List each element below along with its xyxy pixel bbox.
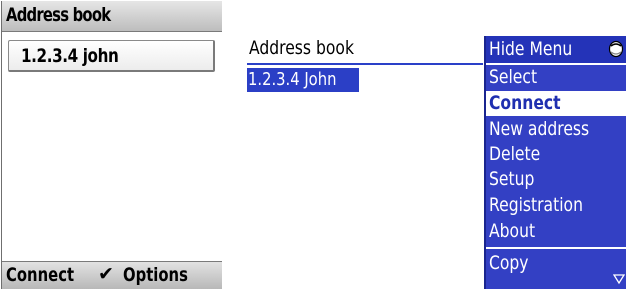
menu-item-about[interactable]: About bbox=[486, 219, 626, 244]
scroll-down-arrow-icon[interactable] bbox=[613, 272, 625, 286]
softkey-bar: Connect ✔ Options bbox=[2, 261, 222, 289]
options-softkey[interactable]: Options bbox=[123, 264, 188, 286]
right-phone-screen: Address book 1.2.3.4 John Hide Menu Sele… bbox=[247, 36, 626, 289]
list-item-label: 1.2.3.4 john bbox=[21, 45, 119, 67]
menu-header-label: Hide Menu bbox=[489, 38, 573, 60]
context-menu: Hide Menu Select Connect New address Del… bbox=[484, 36, 626, 289]
menu-item-setup[interactable]: Setup bbox=[486, 167, 626, 192]
menu-item-delete[interactable]: Delete bbox=[486, 142, 626, 167]
menu-item-registration[interactable]: Registration bbox=[486, 193, 626, 218]
title-underline bbox=[247, 63, 483, 65]
menu-item-label: Copy bbox=[489, 252, 529, 274]
menu-divider bbox=[486, 247, 626, 249]
screen-title: Address book bbox=[249, 37, 354, 59]
list-item-selected[interactable]: 1.2.3.4 John bbox=[247, 68, 359, 92]
list-item[interactable]: 1.2.3.4 john bbox=[8, 40, 215, 72]
trackwheel-icon bbox=[608, 40, 624, 58]
menu-item-copy[interactable]: Copy bbox=[486, 251, 626, 276]
title-bar: Address book bbox=[2, 1, 222, 32]
checkmark-icon[interactable]: ✔ bbox=[98, 263, 114, 285]
menu-item-connect[interactable]: Connect bbox=[486, 91, 626, 116]
menu-item-new-address[interactable]: New address bbox=[486, 117, 626, 142]
list-item-label: 1.2.3.4 John bbox=[248, 69, 337, 90]
menu-item-label: Setup bbox=[489, 168, 535, 190]
menu-item-label: Registration bbox=[489, 194, 583, 216]
menu-item-label: Select bbox=[489, 66, 538, 88]
menu-item-hide-menu[interactable]: Hide Menu bbox=[486, 36, 626, 65]
connect-softkey[interactable]: Connect bbox=[6, 264, 74, 286]
menu-item-label: About bbox=[489, 220, 536, 242]
menu-item-label: New address bbox=[489, 118, 590, 140]
left-phone-screen: Address book 1.2.3.4 john Connect ✔ Opti… bbox=[1, 1, 222, 289]
screen-title: Address book bbox=[6, 4, 111, 26]
menu-item-label: Connect bbox=[489, 92, 561, 114]
menu-item-select[interactable]: Select bbox=[486, 65, 626, 90]
menu-item-label: Delete bbox=[489, 143, 541, 165]
